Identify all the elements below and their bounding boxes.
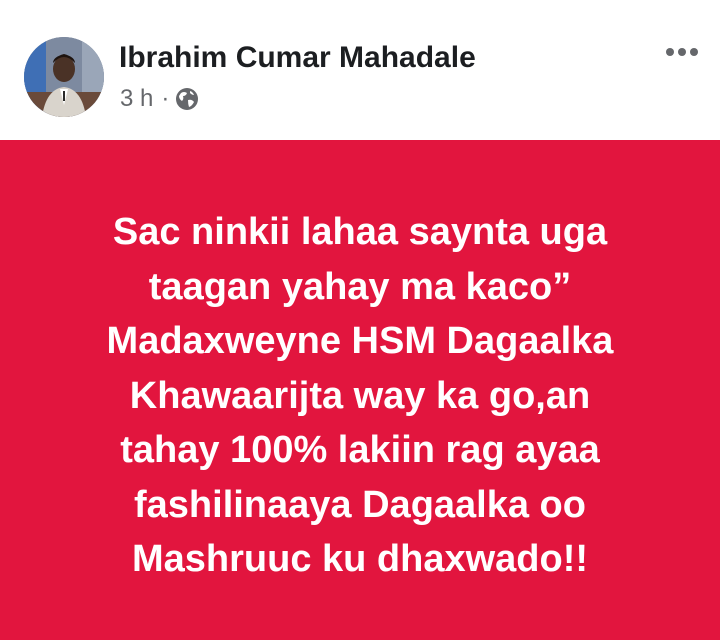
globe-icon	[176, 88, 199, 110]
post-text-line: Khawaarijta way ka go,an	[129, 374, 591, 417]
author-name[interactable]: Ibrahim Cumar Mahadale	[119, 38, 476, 78]
post-text-line: taagan yahay ma kaco”	[148, 265, 572, 308]
post-text-line: Mashruuc ku dhaxwado!!	[131, 538, 589, 580]
post-text-line: tahay 100% lakiin rag ayaa	[120, 429, 600, 471]
meta-separator: ·	[161, 85, 170, 112]
post-text-line: Sac ninkii lahaa saynta uga	[112, 211, 608, 253]
post-text: Sac ninkii lahaa saynta uga taagan yahay…	[20, 205, 700, 587]
post-text-line: Madaxweyne HSM Dagaalka	[106, 320, 614, 362]
post-body: Sac ninkii lahaa saynta uga taagan yahay…	[0, 140, 720, 640]
post-time[interactable]: 3 h	[120, 85, 153, 113]
more-options-icon[interactable]	[664, 40, 700, 64]
profile-photo	[24, 37, 104, 117]
post-meta: 3 h ·	[120, 84, 199, 114]
post-text-line: fashilinaaya Dagaalka oo	[134, 483, 586, 526]
post-header: Ibrahim Cumar Mahadale 3 h ·	[0, 0, 720, 140]
avatar[interactable]	[24, 37, 104, 117]
